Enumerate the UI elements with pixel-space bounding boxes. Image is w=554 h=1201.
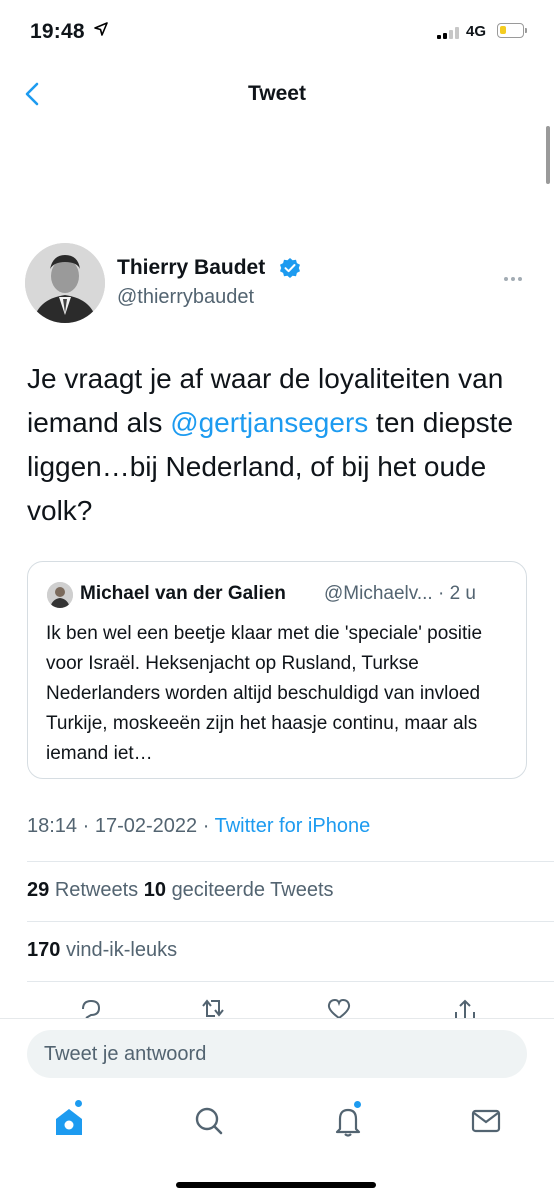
quote-label: geciteerde Tweets — [171, 879, 334, 901]
retweet-stats[interactable]: 29 Retweets 10 geciteerde Tweets — [27, 879, 334, 902]
reply-input[interactable]: Tweet je antwoord — [27, 1030, 527, 1078]
page-title: Tweet — [248, 82, 306, 105]
tweet-date: 17-02-2022 — [94, 815, 198, 837]
status-time: 19:48 — [30, 20, 85, 43]
divider — [27, 921, 554, 922]
location-arrow-icon — [94, 22, 108, 36]
retweet-label: Retweets — [54, 879, 139, 901]
more-options-icon[interactable] — [504, 268, 525, 286]
like-icon[interactable] — [326, 998, 352, 1018]
home-icon — [56, 1109, 82, 1135]
author-name[interactable]: Thierry Baudet — [117, 256, 265, 280]
author-handle[interactable]: @thierrybaudet — [117, 286, 254, 309]
divider — [27, 861, 554, 862]
like-count: 170 — [27, 939, 61, 961]
share-icon[interactable] — [452, 998, 478, 1018]
search-icon[interactable] — [192, 1104, 224, 1138]
tweet-meta: 18:14 · 17-02-2022 · Twitter for iPhone — [27, 815, 371, 837]
scrollbar[interactable] — [546, 126, 550, 184]
tweet-text: Je vraagt je af waar de loyaliteiten van… — [27, 357, 527, 533]
retweet-icon[interactable] — [200, 998, 226, 1018]
mention-link[interactable]: @gertjansegers — [170, 407, 368, 438]
tab-home[interactable] — [53, 1100, 85, 1138]
home-indicator[interactable] — [176, 1182, 376, 1188]
network-type: 4G — [466, 23, 487, 40]
notifications-icon — [335, 1108, 361, 1137]
battery-icon — [497, 23, 524, 38]
verified-badge-icon — [280, 258, 300, 278]
retweet-count: 29 — [27, 879, 50, 901]
messages-icon[interactable] — [470, 1104, 502, 1138]
divider — [27, 981, 554, 982]
author-avatar[interactable] — [25, 243, 105, 323]
like-label: vind-ik-leuks — [65, 939, 178, 961]
tweet-time: 18:14 — [27, 815, 78, 837]
notifications-dot — [354, 1101, 361, 1108]
like-stats[interactable]: 170 vind-ik-leuks — [27, 939, 177, 962]
quoted-tweet-text: Ik ben wel een beetje klaar met die 'spe… — [46, 623, 483, 764]
cellular-signal-icon — [437, 27, 461, 39]
battery-tip — [525, 28, 527, 33]
home-notification-dot — [75, 1100, 82, 1107]
reply-icon[interactable] — [78, 998, 104, 1018]
tab-notifications[interactable] — [332, 1101, 364, 1138]
quote-count: 10 — [143, 879, 166, 901]
quoted-handle-time: @Michaelv... · 2 u — [324, 583, 476, 604]
tweet-source-link[interactable]: Twitter for iPhone — [215, 815, 371, 837]
quoted-author-avatar — [47, 582, 73, 608]
quoted-author-name: Michael van der Galien — [80, 583, 286, 604]
